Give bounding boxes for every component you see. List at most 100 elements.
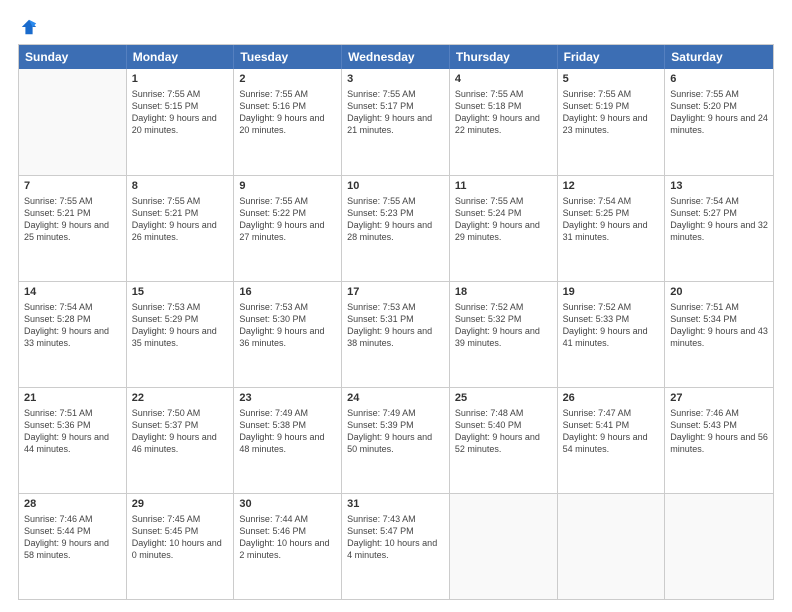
day-info: Sunrise: 7:55 AMSunset: 5:20 PMDaylight:… xyxy=(670,88,768,137)
day-info: Sunrise: 7:54 AMSunset: 5:25 PMDaylight:… xyxy=(563,195,660,244)
day-info: Sunrise: 7:54 AMSunset: 5:28 PMDaylight:… xyxy=(24,301,121,350)
calendar-day-12: 12Sunrise: 7:54 AMSunset: 5:25 PMDayligh… xyxy=(558,176,666,281)
day-info: Sunrise: 7:55 AMSunset: 5:18 PMDaylight:… xyxy=(455,88,552,137)
day-info: Sunrise: 7:44 AMSunset: 5:46 PMDaylight:… xyxy=(239,513,336,562)
calendar-day-9: 9Sunrise: 7:55 AMSunset: 5:22 PMDaylight… xyxy=(234,176,342,281)
day-number: 7 xyxy=(24,179,121,194)
day-number: 26 xyxy=(563,391,660,406)
day-number: 12 xyxy=(563,179,660,194)
calendar-week-3: 14Sunrise: 7:54 AMSunset: 5:28 PMDayligh… xyxy=(19,281,773,387)
calendar-day-empty xyxy=(19,69,127,175)
day-number: 27 xyxy=(670,391,768,406)
calendar-day-30: 30Sunrise: 7:44 AMSunset: 5:46 PMDayligh… xyxy=(234,494,342,599)
calendar-day-25: 25Sunrise: 7:48 AMSunset: 5:40 PMDayligh… xyxy=(450,388,558,493)
day-info: Sunrise: 7:52 AMSunset: 5:33 PMDaylight:… xyxy=(563,301,660,350)
day-info: Sunrise: 7:46 AMSunset: 5:43 PMDaylight:… xyxy=(670,407,768,456)
page: SundayMondayTuesdayWednesdayThursdayFrid… xyxy=(0,0,792,612)
day-info: Sunrise: 7:55 AMSunset: 5:16 PMDaylight:… xyxy=(239,88,336,137)
day-number: 30 xyxy=(239,497,336,512)
day-info: Sunrise: 7:51 AMSunset: 5:34 PMDaylight:… xyxy=(670,301,768,350)
calendar-day-5: 5Sunrise: 7:55 AMSunset: 5:19 PMDaylight… xyxy=(558,69,666,175)
day-info: Sunrise: 7:50 AMSunset: 5:37 PMDaylight:… xyxy=(132,407,229,456)
calendar-header-wednesday: Wednesday xyxy=(342,45,450,69)
day-number: 4 xyxy=(455,72,552,87)
calendar-week-5: 28Sunrise: 7:46 AMSunset: 5:44 PMDayligh… xyxy=(19,493,773,599)
calendar-day-21: 21Sunrise: 7:51 AMSunset: 5:36 PMDayligh… xyxy=(19,388,127,493)
day-info: Sunrise: 7:49 AMSunset: 5:39 PMDaylight:… xyxy=(347,407,444,456)
day-number: 29 xyxy=(132,497,229,512)
day-number: 31 xyxy=(347,497,444,512)
day-info: Sunrise: 7:55 AMSunset: 5:17 PMDaylight:… xyxy=(347,88,444,137)
calendar-day-29: 29Sunrise: 7:45 AMSunset: 5:45 PMDayligh… xyxy=(127,494,235,599)
day-info: Sunrise: 7:48 AMSunset: 5:40 PMDaylight:… xyxy=(455,407,552,456)
day-number: 6 xyxy=(670,72,768,87)
calendar-day-8: 8Sunrise: 7:55 AMSunset: 5:21 PMDaylight… xyxy=(127,176,235,281)
day-info: Sunrise: 7:55 AMSunset: 5:21 PMDaylight:… xyxy=(24,195,121,244)
calendar-day-27: 27Sunrise: 7:46 AMSunset: 5:43 PMDayligh… xyxy=(665,388,773,493)
day-info: Sunrise: 7:55 AMSunset: 5:19 PMDaylight:… xyxy=(563,88,660,137)
day-number: 25 xyxy=(455,391,552,406)
day-number: 17 xyxy=(347,285,444,300)
day-number: 20 xyxy=(670,285,768,300)
day-number: 28 xyxy=(24,497,121,512)
calendar-header-tuesday: Tuesday xyxy=(234,45,342,69)
day-info: Sunrise: 7:55 AMSunset: 5:23 PMDaylight:… xyxy=(347,195,444,244)
calendar-day-3: 3Sunrise: 7:55 AMSunset: 5:17 PMDaylight… xyxy=(342,69,450,175)
calendar-day-20: 20Sunrise: 7:51 AMSunset: 5:34 PMDayligh… xyxy=(665,282,773,387)
calendar-day-15: 15Sunrise: 7:53 AMSunset: 5:29 PMDayligh… xyxy=(127,282,235,387)
calendar: SundayMondayTuesdayWednesdayThursdayFrid… xyxy=(18,44,774,600)
calendar-day-13: 13Sunrise: 7:54 AMSunset: 5:27 PMDayligh… xyxy=(665,176,773,281)
calendar-day-26: 26Sunrise: 7:47 AMSunset: 5:41 PMDayligh… xyxy=(558,388,666,493)
day-info: Sunrise: 7:55 AMSunset: 5:22 PMDaylight:… xyxy=(239,195,336,244)
day-info: Sunrise: 7:53 AMSunset: 5:29 PMDaylight:… xyxy=(132,301,229,350)
calendar-day-2: 2Sunrise: 7:55 AMSunset: 5:16 PMDaylight… xyxy=(234,69,342,175)
calendar-header: SundayMondayTuesdayWednesdayThursdayFrid… xyxy=(19,45,773,69)
day-info: Sunrise: 7:47 AMSunset: 5:41 PMDaylight:… xyxy=(563,407,660,456)
calendar-day-19: 19Sunrise: 7:52 AMSunset: 5:33 PMDayligh… xyxy=(558,282,666,387)
day-number: 14 xyxy=(24,285,121,300)
day-info: Sunrise: 7:45 AMSunset: 5:45 PMDaylight:… xyxy=(132,513,229,562)
calendar-day-16: 16Sunrise: 7:53 AMSunset: 5:30 PMDayligh… xyxy=(234,282,342,387)
day-number: 24 xyxy=(347,391,444,406)
calendar-day-24: 24Sunrise: 7:49 AMSunset: 5:39 PMDayligh… xyxy=(342,388,450,493)
calendar-day-empty xyxy=(558,494,666,599)
day-number: 2 xyxy=(239,72,336,87)
calendar-body: 1Sunrise: 7:55 AMSunset: 5:15 PMDaylight… xyxy=(19,69,773,599)
calendar-day-4: 4Sunrise: 7:55 AMSunset: 5:18 PMDaylight… xyxy=(450,69,558,175)
day-number: 13 xyxy=(670,179,768,194)
day-info: Sunrise: 7:49 AMSunset: 5:38 PMDaylight:… xyxy=(239,407,336,456)
day-info: Sunrise: 7:53 AMSunset: 5:30 PMDaylight:… xyxy=(239,301,336,350)
day-number: 21 xyxy=(24,391,121,406)
calendar-day-18: 18Sunrise: 7:52 AMSunset: 5:32 PMDayligh… xyxy=(450,282,558,387)
calendar-day-empty xyxy=(665,494,773,599)
day-number: 8 xyxy=(132,179,229,194)
calendar-day-31: 31Sunrise: 7:43 AMSunset: 5:47 PMDayligh… xyxy=(342,494,450,599)
day-info: Sunrise: 7:52 AMSunset: 5:32 PMDaylight:… xyxy=(455,301,552,350)
logo xyxy=(18,18,42,36)
calendar-day-17: 17Sunrise: 7:53 AMSunset: 5:31 PMDayligh… xyxy=(342,282,450,387)
logo-bird-icon xyxy=(20,18,38,36)
calendar-day-11: 11Sunrise: 7:55 AMSunset: 5:24 PMDayligh… xyxy=(450,176,558,281)
day-number: 5 xyxy=(563,72,660,87)
calendar-week-4: 21Sunrise: 7:51 AMSunset: 5:36 PMDayligh… xyxy=(19,387,773,493)
day-number: 15 xyxy=(132,285,229,300)
day-number: 16 xyxy=(239,285,336,300)
day-number: 22 xyxy=(132,391,229,406)
calendar-header-saturday: Saturday xyxy=(665,45,773,69)
day-number: 19 xyxy=(563,285,660,300)
calendar-header-friday: Friday xyxy=(558,45,666,69)
calendar-day-14: 14Sunrise: 7:54 AMSunset: 5:28 PMDayligh… xyxy=(19,282,127,387)
day-number: 9 xyxy=(239,179,336,194)
day-info: Sunrise: 7:53 AMSunset: 5:31 PMDaylight:… xyxy=(347,301,444,350)
calendar-week-2: 7Sunrise: 7:55 AMSunset: 5:21 PMDaylight… xyxy=(19,175,773,281)
day-info: Sunrise: 7:51 AMSunset: 5:36 PMDaylight:… xyxy=(24,407,121,456)
calendar-day-6: 6Sunrise: 7:55 AMSunset: 5:20 PMDaylight… xyxy=(665,69,773,175)
day-info: Sunrise: 7:46 AMSunset: 5:44 PMDaylight:… xyxy=(24,513,121,562)
day-number: 10 xyxy=(347,179,444,194)
calendar-day-empty xyxy=(450,494,558,599)
day-number: 11 xyxy=(455,179,552,194)
calendar-day-22: 22Sunrise: 7:50 AMSunset: 5:37 PMDayligh… xyxy=(127,388,235,493)
calendar-day-7: 7Sunrise: 7:55 AMSunset: 5:21 PMDaylight… xyxy=(19,176,127,281)
calendar-day-10: 10Sunrise: 7:55 AMSunset: 5:23 PMDayligh… xyxy=(342,176,450,281)
day-number: 23 xyxy=(239,391,336,406)
